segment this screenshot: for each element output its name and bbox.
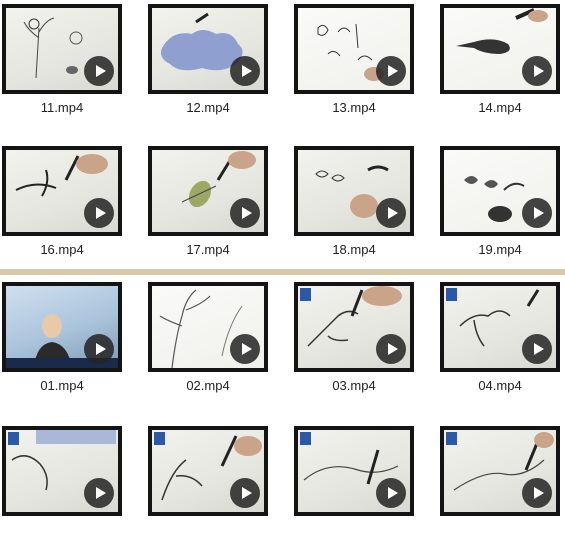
- file-name[interactable]: 02.mp4: [148, 378, 268, 393]
- play-icon[interactable]: [522, 56, 552, 86]
- logo-stamp-icon: [446, 432, 457, 445]
- file-name[interactable]: 19.mp4: [440, 242, 560, 257]
- video-file-tile[interactable]: 11.mp4: [2, 4, 122, 124]
- file-name[interactable]: 01.mp4: [2, 378, 122, 393]
- play-icon[interactable]: [230, 478, 260, 508]
- play-icon[interactable]: [230, 334, 260, 364]
- video-file-tile[interactable]: [2, 426, 122, 546]
- video-file-tile[interactable]: 02.mp4: [148, 282, 268, 402]
- video-thumbnail[interactable]: [2, 146, 122, 236]
- play-icon[interactable]: [522, 334, 552, 364]
- play-icon[interactable]: [84, 334, 114, 364]
- video-thumbnail[interactable]: [148, 282, 268, 372]
- video-thumbnail[interactable]: [148, 4, 268, 94]
- play-icon[interactable]: [230, 56, 260, 86]
- video-file-tile[interactable]: [440, 426, 560, 546]
- play-icon[interactable]: [522, 478, 552, 508]
- play-icon[interactable]: [84, 198, 114, 228]
- file-name[interactable]: 18.mp4: [294, 242, 414, 257]
- section-divider: [0, 269, 565, 275]
- video-thumbnail[interactable]: [2, 4, 122, 94]
- video-file-tile[interactable]: 17.mp4: [148, 146, 268, 266]
- video-file-tile[interactable]: [148, 426, 268, 546]
- video-thumbnail[interactable]: [148, 426, 268, 516]
- video-thumbnail[interactable]: [294, 426, 414, 516]
- video-file-tile[interactable]: 14.mp4: [440, 4, 560, 124]
- logo-stamp-icon: [300, 432, 311, 445]
- video-file-tile[interactable]: 13.mp4: [294, 4, 414, 124]
- video-thumbnail[interactable]: [2, 282, 122, 372]
- video-thumbnail[interactable]: [294, 282, 414, 372]
- logo-stamp-icon: [8, 432, 19, 445]
- video-thumbnail[interactable]: [2, 426, 122, 516]
- video-thumbnail[interactable]: [294, 146, 414, 236]
- logo-stamp-icon: [300, 288, 311, 301]
- video-thumbnail[interactable]: [294, 4, 414, 94]
- video-thumbnail[interactable]: [440, 4, 560, 94]
- video-file-tile[interactable]: 04.mp4: [440, 282, 560, 402]
- file-name[interactable]: 03.mp4: [294, 378, 414, 393]
- play-icon[interactable]: [376, 478, 406, 508]
- play-icon[interactable]: [84, 478, 114, 508]
- file-name[interactable]: 16.mp4: [2, 242, 122, 257]
- file-name[interactable]: 14.mp4: [440, 100, 560, 115]
- file-name[interactable]: 17.mp4: [148, 242, 268, 257]
- video-file-tile[interactable]: 12.mp4: [148, 4, 268, 124]
- video-file-tile[interactable]: [294, 426, 414, 546]
- file-name[interactable]: 13.mp4: [294, 100, 414, 115]
- play-icon[interactable]: [376, 198, 406, 228]
- video-thumbnail[interactable]: [440, 146, 560, 236]
- play-icon[interactable]: [84, 56, 114, 86]
- video-file-tile[interactable]: 18.mp4: [294, 146, 414, 266]
- play-icon[interactable]: [376, 334, 406, 364]
- logo-stamp-icon: [154, 432, 165, 445]
- file-name[interactable]: 12.mp4: [148, 100, 268, 115]
- logo-stamp-icon: [446, 288, 457, 301]
- file-name[interactable]: 04.mp4: [440, 378, 560, 393]
- file-name[interactable]: 11.mp4: [2, 100, 122, 115]
- play-icon[interactable]: [230, 198, 260, 228]
- play-icon[interactable]: [376, 56, 406, 86]
- video-thumbnail[interactable]: [148, 146, 268, 236]
- video-file-tile[interactable]: 16.mp4: [2, 146, 122, 266]
- video-file-tile[interactable]: 01.mp4: [2, 282, 122, 402]
- play-icon[interactable]: [522, 198, 552, 228]
- video-thumbnail[interactable]: [440, 282, 560, 372]
- video-grid-bottom: 01.mp4 02.mp4 03.mp4 04.mp4: [0, 278, 565, 519]
- video-file-tile[interactable]: 19.mp4: [440, 146, 560, 266]
- video-grid-top: 11.mp4 12.mp4 13.mp4 14.mp4 16.mp4 17.mp…: [0, 0, 565, 270]
- video-thumbnail[interactable]: [440, 426, 560, 516]
- video-file-tile[interactable]: 03.mp4: [294, 282, 414, 402]
